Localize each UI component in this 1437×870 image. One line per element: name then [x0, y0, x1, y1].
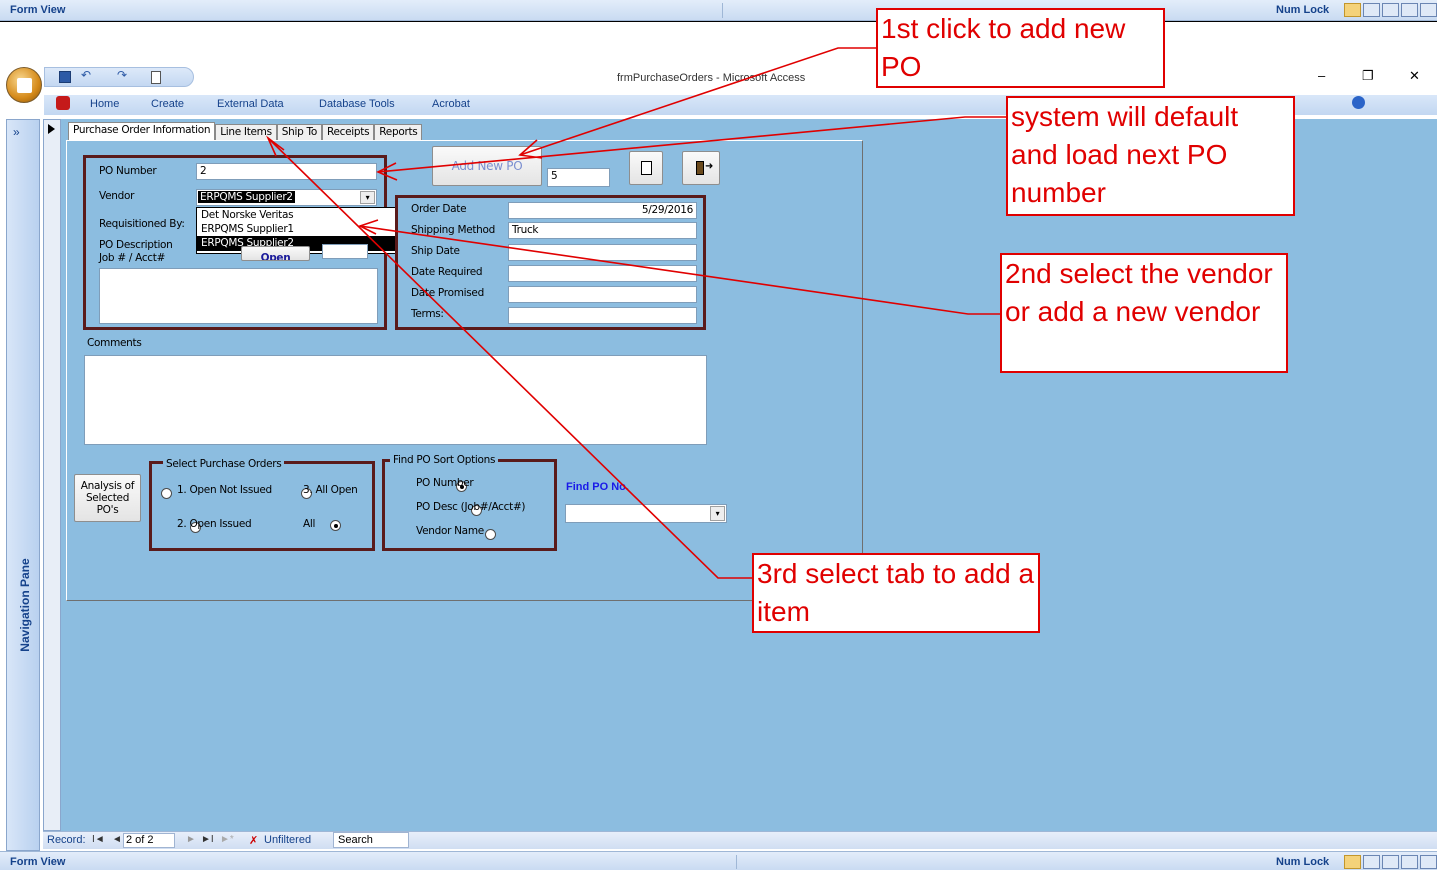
- arrow-head-4: [266, 135, 285, 157]
- callout-default-po-number: system will default and load next PO num…: [1006, 96, 1295, 216]
- callout-select-tab: 3rd select tab to add a item: [752, 553, 1040, 633]
- callout-add-new-po: 1st click to add new PO: [876, 8, 1165, 88]
- arrow-line-2: [377, 116, 1006, 173]
- arrow-line-4: [267, 137, 752, 579]
- callout-text-2: system will default and load next PO num…: [1011, 101, 1239, 208]
- callout-text-4: 3rd select tab to add a item: [757, 558, 1035, 627]
- callout-select-vendor: 2nd select the vendor or add a new vendo…: [1000, 253, 1288, 373]
- callout-text-1: 1st click to add new PO: [881, 13, 1126, 82]
- arrow-line-1: [519, 47, 876, 156]
- arrow-line-3: [359, 225, 1000, 315]
- callout-text-3: 2nd select the vendor or add a new vendo…: [1005, 258, 1273, 327]
